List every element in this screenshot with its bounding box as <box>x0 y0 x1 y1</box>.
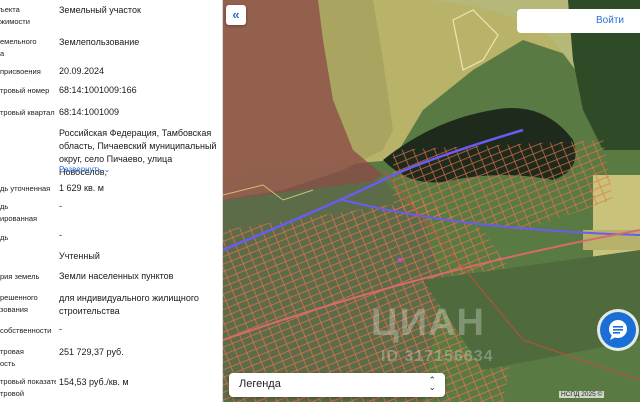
label-object-type: ъекта жимости <box>0 5 30 26</box>
label-area-precise: дь уточненная <box>0 184 51 193</box>
value-assignment-date: 20.09.2024 <box>59 66 105 76</box>
label-cadastral-value: тровая ость <box>0 347 24 368</box>
label-cadastral-number: тровый номер <box>0 86 50 95</box>
map-copyright: НСПД 2025 © <box>559 391 605 398</box>
cian-watermark: ЦИАН <box>371 302 485 344</box>
label-assignment-date: присвоения <box>0 67 41 76</box>
info-panel: ъекта жимости Земельный участок емельног… <box>0 0 223 402</box>
value-object-type: Земельный участок <box>59 5 141 15</box>
label-area: дь <box>0 233 9 242</box>
label-permitted-use: решенного зования <box>0 293 38 314</box>
legend-label: Легенда <box>239 378 281 390</box>
label-land-category: рия земель <box>0 272 40 281</box>
value-area: - <box>59 230 62 240</box>
expand-link-label[interactable]: Развернуть <box>59 165 101 174</box>
value-area-declared: - <box>59 201 62 211</box>
value-cadastral-quarter[interactable]: 68:14:1001009 <box>59 106 219 119</box>
login-button-label[interactable]: Войти <box>596 15 624 26</box>
label-cadastral-index: тровый показатель тровой <box>0 377 56 398</box>
expand-link[interactable]: Развернуть ⌄ <box>59 163 219 176</box>
value-cadastral-number[interactable]: 68:14:1001009:166 <box>59 84 219 97</box>
cian-watermark-id: ID 317156634 <box>381 348 494 365</box>
updown-chevron-icon: ⌃ ⌄ <box>428 375 436 392</box>
login-button[interactable]: Войти <box>517 9 640 33</box>
chevron-down-icon: ⌄ <box>103 165 111 174</box>
value-parcel-type: Землепользование <box>59 37 140 47</box>
value-cadastral-value: 251 729,37 руб. <box>59 347 124 357</box>
label-cadastral-quarter: тровый квартал <box>0 108 55 117</box>
value-cadastral-index: 154,53 руб./кв. м <box>59 377 129 387</box>
chat-button[interactable] <box>600 312 636 348</box>
map-view[interactable]: ЦИАН ID 317156634 « Войти Легенда ⌃ ⌄ НСП… <box>223 0 640 402</box>
label-area-declared: дь ированная <box>0 202 38 223</box>
chat-icon <box>609 320 627 340</box>
value-permitted-use: для индивидуального жилищного строительс… <box>59 293 199 316</box>
back-button[interactable]: « <box>226 5 246 25</box>
label-parcel-type: емельного а <box>0 37 37 58</box>
legend-dropdown[interactable]: Легенда ⌃ ⌄ <box>229 373 445 397</box>
value-land-category: Земли населенных пунктов <box>59 271 174 281</box>
value-area-precise: 1 629 кв. м <box>59 183 104 193</box>
label-ownership: собственности <box>0 326 52 335</box>
value-ownership: - <box>59 324 62 334</box>
value-status: Учтенный <box>59 251 100 261</box>
